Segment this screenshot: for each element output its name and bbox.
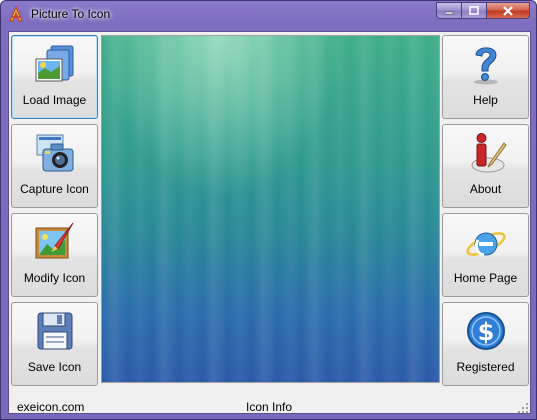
load-image-label: Load Image: [22, 93, 87, 107]
dollar-coin-icon: $: [466, 312, 505, 350]
internet-explorer-icon: [465, 232, 506, 257]
image-folder-icon: [35, 45, 73, 82]
save-icon-button[interactable]: Save Icon: [11, 302, 98, 386]
maximize-icon: [469, 6, 479, 15]
capture-icon-label: Capture Icon: [20, 182, 89, 196]
modify-icon-label: Modify Icon: [23, 271, 86, 285]
maximize-button[interactable]: [462, 2, 487, 19]
capture-icon-button[interactable]: Capture Icon: [11, 124, 98, 208]
camera-capture-icon: [36, 134, 73, 172]
minimize-button[interactable]: [436, 2, 462, 19]
home-page-label: Home Page: [453, 271, 518, 285]
window-title: Picture To Icon: [31, 7, 111, 21]
about-info-icon: [471, 133, 507, 173]
title-bar[interactable]: Picture To Icon: [1, 1, 536, 29]
resize-grip-icon[interactable]: [518, 403, 528, 413]
app-logo-icon: [9, 6, 23, 22]
status-bar: exeicon.com Icon Info: [9, 400, 530, 414]
floppy-disk-icon: [37, 312, 72, 350]
registered-button[interactable]: $ Registered: [442, 302, 529, 386]
close-icon: [503, 5, 513, 16]
paint-brush-icon: [35, 222, 73, 259]
image-preview: [101, 35, 440, 383]
app-window: Picture To Icon Load Image Capture Icon …: [0, 0, 537, 420]
icon-info-text: Icon Info: [246, 400, 293, 414]
home-page-button[interactable]: Home Page: [442, 213, 529, 297]
minimize-icon: [444, 11, 454, 14]
website-link[interactable]: exeicon.com: [17, 400, 84, 414]
modify-icon-button[interactable]: Modify Icon: [11, 213, 98, 297]
about-label: About: [469, 182, 502, 196]
help-label: Help: [473, 93, 498, 107]
preview-footer-strip: [101, 383, 440, 393]
about-button[interactable]: About: [442, 124, 529, 208]
question-mark-icon: [473, 47, 498, 85]
svg-text:$: $: [477, 318, 494, 346]
registered-label: Registered: [456, 360, 515, 374]
client-area: Load Image Capture Icon Modify Icon Save…: [8, 31, 531, 414]
load-image-button[interactable]: Load Image: [11, 35, 98, 119]
help-button[interactable]: Help: [442, 35, 529, 119]
save-icon-label: Save Icon: [27, 360, 82, 374]
window-controls: [436, 2, 530, 20]
close-button[interactable]: [487, 2, 530, 19]
